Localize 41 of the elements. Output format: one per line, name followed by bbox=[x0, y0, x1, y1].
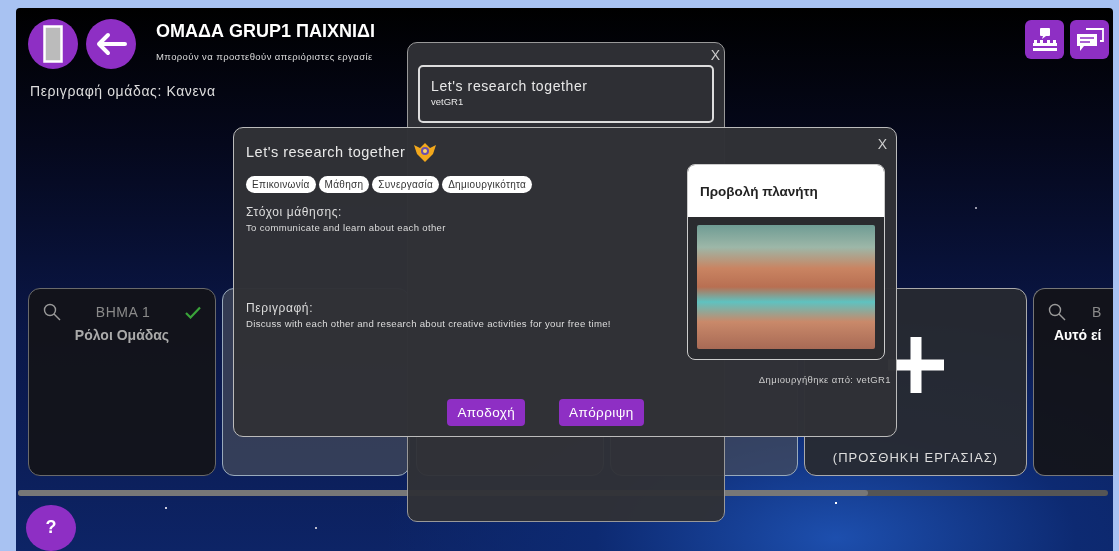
step-card[interactable]: ΒΗΜΑ 1 Ρόλοι Ομάδας bbox=[28, 288, 216, 476]
preview-title: Προβολή πλανήτη bbox=[688, 165, 884, 217]
task-author: vetGR1 bbox=[431, 96, 465, 107]
dialog-title: Let's research together bbox=[246, 144, 406, 160]
planet-preview-card[interactable]: Προβολή πλανήτη bbox=[687, 164, 885, 360]
group-subtitle: Μπορούν να προστεθούν απεριόριστες εργασίε bbox=[156, 51, 374, 62]
tag-chip: Επικοινωνία bbox=[246, 176, 316, 193]
check-icon bbox=[185, 305, 201, 319]
accept-button[interactable]: Αποδοχή bbox=[447, 399, 526, 426]
tag-chip: Μάθηση bbox=[318, 176, 370, 193]
task-card[interactable]: Let's research together vetGR1 bbox=[418, 65, 714, 123]
group-description: Περιγραφή ομάδας: Κανενα bbox=[30, 83, 216, 99]
winged-badge-icon bbox=[413, 141, 438, 163]
chat-button[interactable] bbox=[1070, 20, 1109, 59]
step-number: Β bbox=[1092, 304, 1102, 320]
step-name: Αυτό εί bbox=[1054, 327, 1103, 343]
search-icon[interactable] bbox=[1048, 303, 1066, 321]
group-title: ΟΜΑΔΑ GRUP1 ΠΑΙΧΝΙΔΙ bbox=[156, 21, 375, 42]
chat-bubbles-icon bbox=[1074, 26, 1105, 53]
add-task-label: (ΠΡΟΣΘΗΚΗ ΕΡΓΑΣΙΑΣ) bbox=[832, 450, 999, 465]
door-icon bbox=[43, 25, 63, 63]
presentation-button[interactable] bbox=[1025, 20, 1064, 59]
description-text: Discuss with each other and research about creative activities for your free time! bbox=[246, 318, 612, 329]
help-button[interactable]: ? bbox=[26, 504, 76, 551]
audience-icon bbox=[1030, 26, 1059, 53]
description-label: Περιγραφή: bbox=[246, 301, 315, 315]
goals-label: Στόχοι μάθησης: bbox=[246, 205, 343, 219]
close-button[interactable]: X bbox=[877, 136, 887, 152]
exit-button[interactable] bbox=[28, 19, 78, 69]
step-number: ΒΗΜΑ 1 bbox=[95, 304, 151, 320]
back-button[interactable] bbox=[86, 19, 136, 69]
arrow-left-icon bbox=[95, 32, 127, 56]
search-icon[interactable] bbox=[43, 303, 61, 321]
tag-chip: Δημιουργικότητα bbox=[442, 176, 533, 193]
reject-button[interactable]: Απόρριψη bbox=[559, 399, 644, 426]
step-card[interactable]: Β Αυτό εί bbox=[1033, 288, 1113, 476]
step-name: Ρόλοι Ομάδας bbox=[73, 327, 171, 343]
goals-text: To communicate and learn about each other bbox=[246, 222, 447, 233]
tag-chip: Συνεργασία bbox=[372, 176, 440, 193]
task-title: Let's research together bbox=[431, 78, 589, 94]
close-button[interactable]: X bbox=[710, 47, 720, 63]
